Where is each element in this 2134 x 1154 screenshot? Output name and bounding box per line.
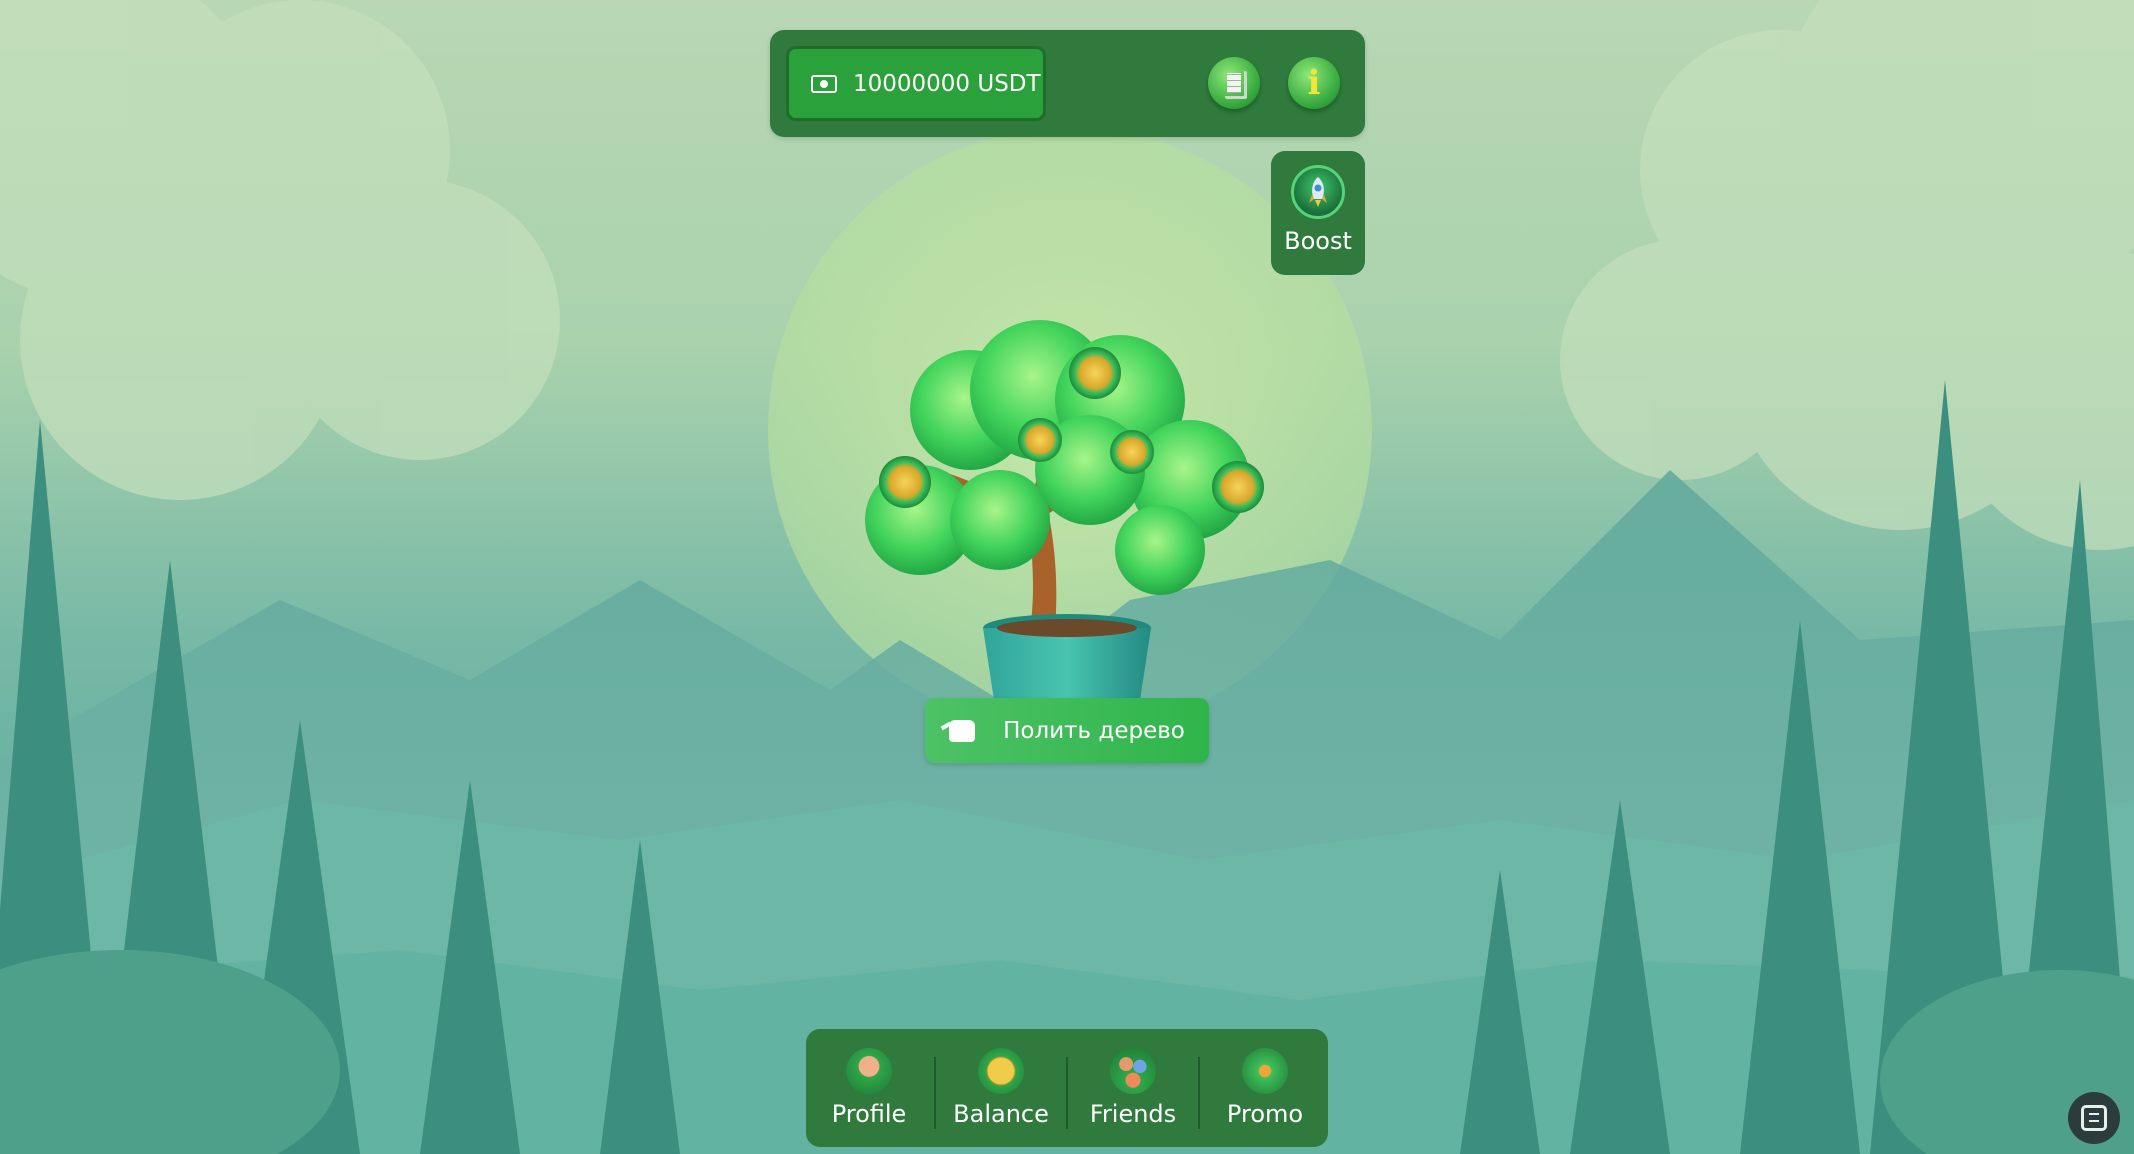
nav-item-balance[interactable]: Balance: [940, 1029, 1062, 1147]
profile-icon: [846, 1048, 892, 1094]
cash-icon: [811, 74, 837, 93]
nav-divider: [934, 1057, 936, 1129]
bottom-navigation: Profile Balance Friends Promo: [806, 1029, 1328, 1147]
nav-item-label: Promo: [1226, 1100, 1304, 1128]
nav-item-label: Balance: [953, 1100, 1049, 1128]
balance-text: 10000000 USDT: [853, 70, 1041, 97]
nav-item-profile[interactable]: Profile: [808, 1029, 930, 1147]
boost-label: Boost: [1284, 227, 1352, 255]
document-icon: [1223, 69, 1245, 97]
history-button[interactable]: [1208, 57, 1260, 109]
scan-button[interactable]: [2068, 1092, 2120, 1144]
nav-divider: [1066, 1057, 1068, 1129]
balance-display[interactable]: 10000000 USDT: [786, 46, 1046, 121]
rocket-icon: [1291, 165, 1345, 219]
boost-button[interactable]: Boost: [1271, 151, 1365, 275]
coin-icon: [978, 1048, 1024, 1094]
watering-can-icon: [949, 719, 976, 742]
water-tree-button[interactable]: Полить дерево: [925, 698, 1209, 763]
water-tree-label: Полить дерево: [1003, 717, 1185, 744]
nav-divider: [1198, 1057, 1200, 1129]
info-button[interactable]: i: [1288, 57, 1340, 109]
nav-item-friends[interactable]: Friends: [1072, 1029, 1194, 1147]
friends-icon: [1110, 1048, 1156, 1094]
scan-icon: [2081, 1105, 2107, 1131]
forest-background: [0, 0, 2134, 1154]
nav-item-promo[interactable]: Promo: [1204, 1029, 1326, 1147]
promo-icon: [1242, 1048, 1288, 1094]
info-icon: i: [1307, 63, 1321, 103]
nav-item-label: Friends: [1089, 1100, 1177, 1128]
nav-item-label: Profile: [831, 1100, 907, 1128]
top-bar: 10000000 USDT i: [770, 30, 1365, 137]
